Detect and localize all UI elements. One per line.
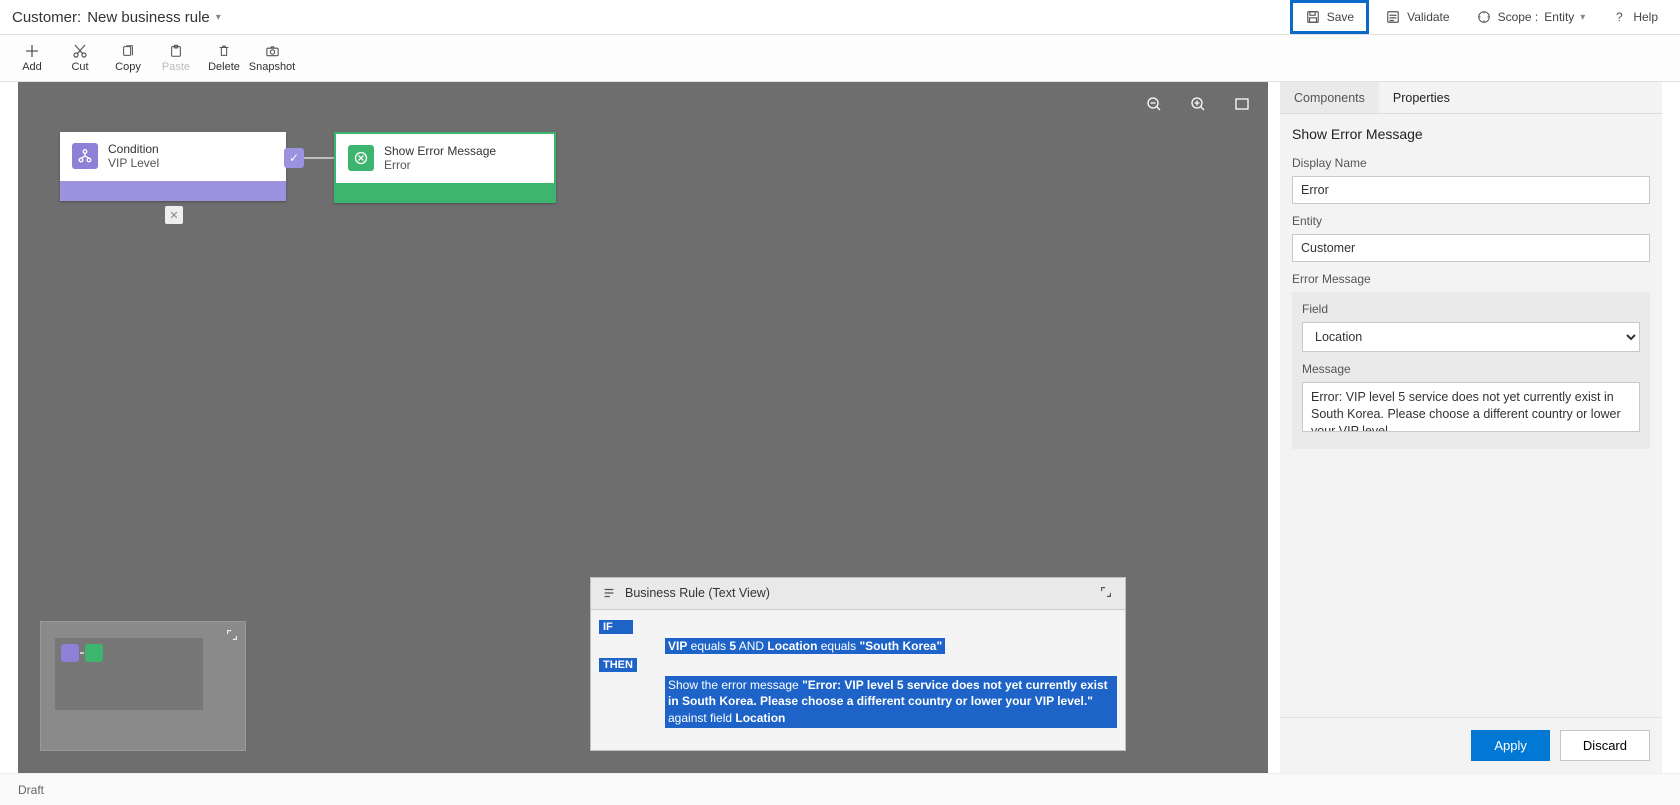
help-label: Help (1633, 10, 1658, 24)
field-select[interactable]: Location (1302, 322, 1640, 352)
node-connector (304, 157, 334, 159)
keyword-if: IF (599, 620, 633, 634)
copy-button[interactable]: Copy (104, 39, 152, 77)
status-draft: Draft (18, 783, 44, 797)
toolbar: Add Cut Copy Paste Delete Snapshot (0, 34, 1680, 82)
paste-button: Paste (152, 39, 200, 77)
condition-node-subtitle: VIP Level (108, 156, 159, 170)
properties-section-title: Show Error Message (1292, 126, 1650, 142)
entity-input[interactable] (1292, 234, 1650, 262)
header-title-main: New business rule (87, 9, 210, 26)
display-name-input[interactable] (1292, 176, 1650, 204)
fit-canvas-button[interactable] (1232, 94, 1252, 114)
zoom-in-button[interactable] (1188, 94, 1208, 114)
apply-button[interactable]: Apply (1471, 730, 1550, 761)
condition-node-title: Condition (108, 142, 159, 156)
text-view-title: Business Rule (Text View) (625, 586, 770, 600)
scope-label: Scope : (1498, 10, 1539, 24)
cut-icon (72, 43, 88, 59)
text-view-expand-button[interactable] (1099, 585, 1115, 601)
minimap-connector (80, 652, 84, 654)
error-message-icon (348, 145, 374, 171)
save-label: Save (1327, 10, 1354, 24)
snapshot-label: Snapshot (249, 61, 295, 73)
snapshot-button[interactable]: Snapshot (248, 39, 296, 77)
minimap-viewport (55, 638, 203, 710)
error-node-footer (334, 183, 556, 203)
copy-icon (120, 43, 136, 59)
scope-button[interactable]: Scope : Entity ▾ (1466, 5, 1596, 29)
save-button[interactable]: Save (1290, 0, 1369, 34)
cut-label: Cut (71, 61, 88, 73)
if-condition-text: VIP equals 5 AND Location equals "South … (665, 638, 945, 654)
save-icon (1305, 9, 1321, 25)
header-title-prefix: Customer: (12, 9, 81, 26)
add-button[interactable]: Add (8, 39, 56, 77)
message-textarea[interactable] (1302, 382, 1640, 432)
minimap[interactable] (40, 621, 246, 751)
trash-icon (216, 43, 232, 59)
error-message-label: Error Message (1292, 272, 1650, 286)
cut-button[interactable]: Cut (56, 39, 104, 77)
entity-label: Entity (1292, 214, 1650, 228)
status-bar: Draft (0, 773, 1680, 805)
then-action-text: Show the error message "Error: VIP level… (665, 676, 1117, 728)
help-icon: ? (1611, 9, 1627, 25)
main-layout: Condition VIP Level ✓ Show Error Message… (18, 82, 1662, 773)
business-rule-text-view: Business Rule (Text View) IF VIP equals … (590, 577, 1126, 751)
message-label: Message (1302, 362, 1640, 376)
branch-false-handle[interactable]: ✕ (165, 206, 183, 224)
validate-button[interactable]: Validate (1375, 5, 1459, 29)
zoom-out-button[interactable] (1144, 94, 1164, 114)
camera-icon (264, 43, 280, 59)
keyword-then: THEN (599, 658, 637, 672)
help-button[interactable]: ? Help (1601, 5, 1668, 29)
minimap-error-node (85, 644, 103, 662)
branch-true-handle[interactable]: ✓ (284, 148, 304, 168)
chevron-down-icon: ▾ (1580, 12, 1585, 23)
validate-label: Validate (1407, 10, 1449, 24)
error-message-node[interactable]: Show Error Message Error (334, 132, 556, 203)
side-panel: Components Properties Show Error Message… (1280, 82, 1662, 773)
design-canvas[interactable]: Condition VIP Level ✓ Show Error Message… (18, 82, 1268, 773)
scope-value: Entity (1544, 10, 1574, 24)
tab-components[interactable]: Components (1280, 82, 1379, 113)
copy-label: Copy (115, 61, 141, 73)
delete-button[interactable]: Delete (200, 39, 248, 77)
field-label: Field (1302, 302, 1640, 316)
top-header: Customer: New business rule ▾ Save Valid… (0, 0, 1680, 34)
condition-node[interactable]: Condition VIP Level (60, 132, 286, 201)
display-name-label: Display Name (1292, 156, 1650, 170)
error-node-subtitle: Error (384, 158, 496, 172)
condition-node-footer (60, 181, 286, 201)
error-message-group: Field Location Message (1292, 292, 1650, 449)
condition-icon (72, 143, 98, 169)
validate-icon (1385, 9, 1401, 25)
tab-properties[interactable]: Properties (1379, 82, 1464, 113)
discard-button[interactable]: Discard (1560, 730, 1650, 761)
delete-label: Delete (208, 61, 240, 73)
error-node-title: Show Error Message (384, 144, 496, 158)
scope-icon (1476, 9, 1492, 25)
plus-icon (24, 43, 40, 59)
minimap-condition-node (61, 644, 79, 662)
text-view-icon (601, 585, 617, 601)
add-label: Add (22, 61, 42, 73)
chevron-down-icon[interactable]: ▾ (216, 12, 221, 23)
minimap-expand-icon[interactable] (225, 628, 239, 642)
paste-label: Paste (162, 61, 190, 73)
paste-icon (168, 43, 184, 59)
